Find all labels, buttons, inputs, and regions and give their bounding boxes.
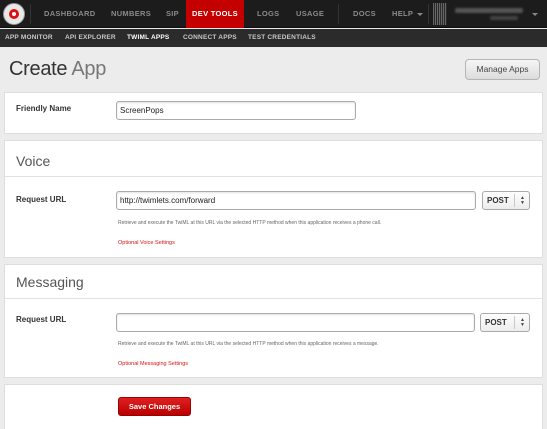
messaging-method-select[interactable]: POST ▲ ▼ <box>480 313 530 332</box>
account-balance-redacted <box>490 16 518 20</box>
page-title-light: App <box>71 58 107 80</box>
nav-divider <box>338 4 339 24</box>
chevron-down-icon[interactable] <box>532 13 538 16</box>
up-down-arrows-icon: ▲ ▼ <box>520 317 525 328</box>
sub-navigation-bar: APP MONITOR API EXPLORER TWIML APPS CONN… <box>0 29 547 47</box>
nav-logs[interactable]: LOGS <box>257 0 279 28</box>
select-separator <box>514 316 515 329</box>
optional-messaging-settings-link[interactable]: Optional Messaging Settings <box>118 361 188 367</box>
messaging-section-title: Messaging <box>16 274 84 290</box>
footer-panel <box>4 384 543 429</box>
nav-docs[interactable]: DOCS <box>353 0 376 28</box>
page-title-main: Create <box>9 58 68 80</box>
messaging-method-value: POST <box>485 318 507 327</box>
voice-method-select[interactable]: POST ▲ ▼ <box>482 191 530 210</box>
optional-voice-settings-link[interactable]: Optional Voice Settings <box>118 240 175 246</box>
nav-dashboard[interactable]: DASHBOARD <box>44 0 95 28</box>
account-icon[interactable] <box>433 3 447 25</box>
subnav-app-monitor[interactable]: APP MONITOR <box>5 29 53 47</box>
subnav-connect-apps[interactable]: CONNECT APPS <box>183 29 237 47</box>
friendly-name-input[interactable]: ScreenPops <box>116 101 356 120</box>
subnav-twiml-apps[interactable]: TWIML APPS <box>127 29 169 47</box>
select-separator <box>514 194 515 207</box>
save-changes-button[interactable]: Save Changes <box>118 397 191 416</box>
chevron-down-icon[interactable] <box>417 13 423 16</box>
top-navigation-bar: DASHBOARD NUMBERS SIP DEV TOOLS LOGS USA… <box>0 0 547 28</box>
subnav-api-explorer[interactable]: API EXPLORER <box>65 29 116 47</box>
voice-request-url-label: Request URL <box>16 195 67 204</box>
nav-divider <box>30 4 31 24</box>
messaging-request-url-label: Request URL <box>16 315 67 324</box>
page-title: Create App <box>9 58 106 81</box>
messaging-help-text: Retrieve and execute the TwiML at this U… <box>118 341 379 347</box>
up-down-arrows-icon: ▲ ▼ <box>520 195 525 206</box>
voice-section-title: Voice <box>16 153 51 169</box>
account-name-redacted[interactable] <box>455 8 523 13</box>
divider <box>4 298 543 299</box>
manage-apps-button[interactable]: Manage Apps <box>465 59 540 80</box>
friendly-name-label: Friendly Name <box>16 104 72 113</box>
nav-sip[interactable]: SIP <box>166 0 179 28</box>
messaging-request-url-input[interactable] <box>116 313 475 332</box>
nav-dev-tools[interactable]: DEV TOOLS <box>186 0 244 28</box>
nav-divider <box>428 4 429 24</box>
nav-usage[interactable]: USAGE <box>296 0 324 28</box>
twilio-logo-icon[interactable] <box>3 3 25 25</box>
voice-help-text: Retrieve and execute the TwiML at this U… <box>118 220 382 226</box>
voice-method-value: POST <box>487 196 509 205</box>
divider <box>4 176 543 177</box>
nav-numbers[interactable]: NUMBERS <box>111 0 151 28</box>
subnav-test-credentials[interactable]: TEST CREDENTIALS <box>248 29 316 47</box>
voice-request-url-input[interactable]: http://twimlets.com/forward <box>116 191 476 210</box>
nav-help[interactable]: HELP <box>392 0 413 28</box>
